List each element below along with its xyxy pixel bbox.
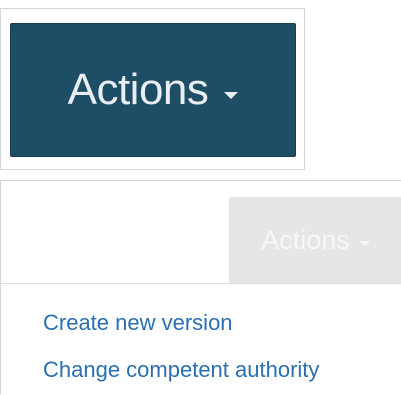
caret-down-icon	[224, 91, 239, 99]
actions-button-zoom-panel: Actions	[0, 8, 305, 170]
actions-dropdown-menu: Create new version Change competent auth…	[1, 283, 401, 395]
actions-button-label: Actions	[261, 224, 350, 255]
actions-dropdown-panel: Actions Create new version Change compet…	[0, 180, 401, 395]
actions-button[interactable]: Actions	[10, 23, 296, 157]
menu-item-change-competent-authority[interactable]: Change competent authority	[43, 357, 319, 383]
actions-button-label: Actions	[67, 65, 209, 114]
caret-down-icon	[359, 240, 370, 246]
actions-button-open[interactable]: Actions	[229, 197, 401, 283]
menu-item-create-new-version[interactable]: Create new version	[43, 310, 233, 336]
